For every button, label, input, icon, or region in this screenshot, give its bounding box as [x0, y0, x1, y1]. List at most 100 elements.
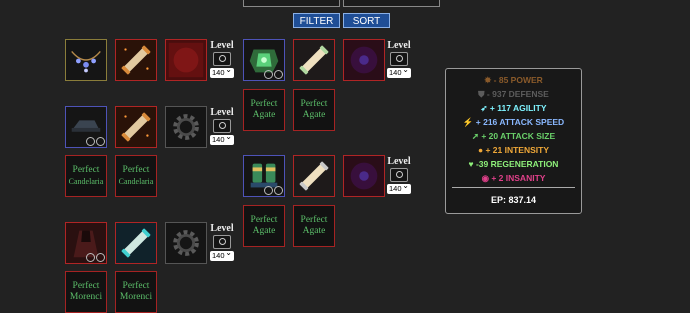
- filter-button[interactable]: FILTER: [293, 13, 340, 28]
- ep-total: EP: 837.14: [490, 195, 537, 205]
- socket-rings: [86, 253, 105, 262]
- gem-slot[interactable]: Perfect Agate: [293, 205, 335, 247]
- scroll-slot[interactable]: [115, 106, 157, 148]
- eye-icon: ◉: [481, 173, 492, 183]
- amulet-icon: [71, 50, 101, 73]
- gem-name: Agate: [252, 226, 276, 236]
- gem-name: Candelaria: [118, 177, 154, 186]
- power-icon: ✸: [484, 75, 494, 85]
- purple-orb-icon: [350, 46, 378, 74]
- top-dropdown-right[interactable]: [343, 0, 440, 7]
- heart-icon: ♥: [468, 159, 476, 169]
- level-control-2: Level 140: [385, 40, 413, 78]
- red-aura-icon: [168, 42, 204, 78]
- gem-slot[interactable]: Perfect Candelaria: [115, 155, 157, 197]
- gem-slot[interactable]: Perfect Morenci: [115, 271, 157, 313]
- socket-rings: [264, 186, 283, 195]
- level-control-5: Level 140: [208, 223, 236, 261]
- gem-quality: Perfect: [72, 165, 100, 175]
- scroll-icon: [121, 45, 151, 75]
- level-label: Level: [210, 40, 234, 51]
- gem-name: Agate: [252, 110, 276, 120]
- socket-rings: [86, 137, 105, 146]
- stat-row: ✸ - 85 POWER: [446, 75, 581, 85]
- level-toggle-icon[interactable]: [390, 52, 408, 66]
- enchant-slot[interactable]: [343, 39, 385, 81]
- scroll-icon: [299, 161, 329, 191]
- empty-enchant-slot[interactable]: [165, 222, 207, 264]
- level-control-3: Level 140: [208, 107, 236, 145]
- level-toggle-icon[interactable]: [213, 119, 231, 133]
- gear-icon: [173, 230, 199, 256]
- scroll-icon: [299, 45, 329, 75]
- stat-row: ◉ + 2 INSANITY: [446, 173, 581, 183]
- gem-slot[interactable]: Perfect Agate: [243, 205, 285, 247]
- gem-name: Morenci: [119, 292, 153, 302]
- scroll-slot[interactable]: [115, 222, 157, 264]
- stat-text: + 21 INTENSITY: [485, 145, 550, 155]
- gem-slot[interactable]: Perfect Morenci: [65, 271, 107, 313]
- agility-icon: ➶: [480, 103, 490, 113]
- scroll-icon: [121, 112, 151, 142]
- enchant-slot[interactable]: [343, 155, 385, 197]
- armor-slot[interactable]: [243, 39, 285, 81]
- level-select[interactable]: 140: [387, 181, 411, 194]
- stat-row: ⚡ + 216 ATTACK SPEED: [446, 117, 581, 127]
- gem-quality: Perfect: [300, 215, 328, 225]
- stat-row: ♥ -39 REGENERATION: [446, 159, 581, 169]
- gem-slot[interactable]: Perfect Agate: [243, 89, 285, 131]
- stat-text: + 117 AGILITY: [489, 103, 547, 113]
- level-label: Level: [210, 107, 234, 118]
- level-label: Level: [210, 223, 234, 234]
- gem-quality: Perfect: [250, 215, 278, 225]
- gear-icon: [173, 114, 199, 140]
- enchant-slot[interactable]: [165, 39, 207, 81]
- stats-divider: [452, 187, 575, 188]
- level-control-4: Level 140: [385, 156, 413, 194]
- gem-name: Agate: [302, 226, 326, 236]
- level-select[interactable]: 140: [210, 132, 234, 145]
- scroll-icon: [121, 228, 151, 258]
- scroll-slot[interactable]: [115, 39, 157, 81]
- gem-name: Agate: [302, 110, 326, 120]
- gem-quality: Perfect: [72, 281, 100, 291]
- stat-text: + 216 ATTACK SPEED: [475, 117, 565, 127]
- attack-speed-icon: ⚡: [462, 117, 476, 127]
- gem-quality: Perfect: [122, 165, 150, 175]
- attack-size-icon: ➚: [471, 131, 482, 141]
- level-toggle-icon[interactable]: [213, 52, 231, 66]
- gem-slot[interactable]: Perfect Candelaria: [65, 155, 107, 197]
- level-control-1: Level 140: [208, 40, 236, 78]
- gem-slot[interactable]: Perfect Agate: [293, 89, 335, 131]
- socket-rings: [264, 70, 283, 79]
- stat-text: - 85 POWER: [493, 75, 543, 85]
- level-select[interactable]: 140: [210, 65, 234, 78]
- boots-slot[interactable]: [243, 155, 285, 197]
- level-toggle-icon[interactable]: [213, 235, 231, 249]
- top-dropdown-left[interactable]: [243, 0, 340, 7]
- gem-name: Candelaria: [68, 177, 104, 186]
- hat-slot[interactable]: [65, 106, 107, 148]
- scroll-slot[interactable]: [293, 155, 335, 197]
- stat-text: - 937 DEFENSE: [486, 89, 549, 99]
- gem-name: Morenci: [69, 292, 103, 302]
- gem-quality: Perfect: [122, 281, 150, 291]
- stat-text: + 20 ATTACK SIZE: [481, 131, 556, 141]
- stat-row: ➶ + 117 AGILITY: [446, 103, 581, 113]
- stat-row: ● + 21 INTENSITY: [446, 145, 581, 155]
- level-select[interactable]: 140: [387, 65, 411, 78]
- cloak-slot[interactable]: [65, 222, 107, 264]
- shield-icon: ⛊: [478, 89, 487, 99]
- empty-enchant-slot[interactable]: [165, 106, 207, 148]
- scroll-slot[interactable]: [293, 39, 335, 81]
- stat-row: ➚ + 20 ATTACK SIZE: [446, 131, 581, 141]
- level-toggle-icon[interactable]: [390, 168, 408, 182]
- level-select[interactable]: 140: [210, 248, 234, 261]
- amulet-slot[interactable]: [65, 39, 107, 81]
- stats-panel: ✸ - 85 POWER ⛊ - 937 DEFENSE ➶ + 117 AGILI…: [445, 68, 582, 214]
- level-label: Level: [387, 40, 411, 51]
- purple-orb-icon: [350, 162, 378, 190]
- stat-text: -39 REGENERATION: [475, 159, 559, 169]
- gem-quality: Perfect: [250, 99, 278, 109]
- sort-button[interactable]: SORT: [343, 13, 390, 28]
